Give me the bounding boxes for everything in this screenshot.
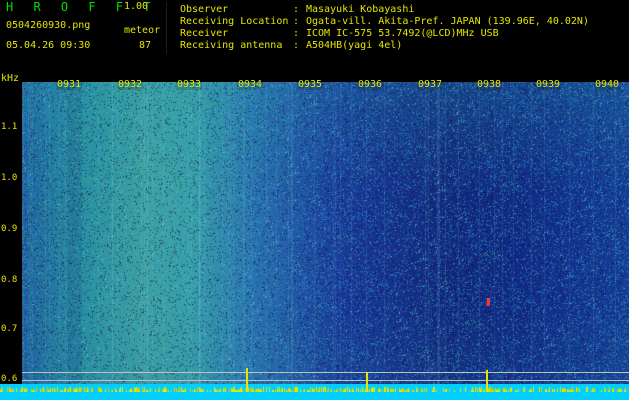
info-label-observer: Observer [180,4,229,15]
time-label-0936: 0936 [357,79,384,90]
time-label-0939: 0939 [535,79,562,90]
freq-tick-0-6: 0.6 [1,374,18,384]
spectrogram-noise [22,82,629,400]
header-divider [166,2,167,54]
app-version: 1.00 [124,1,149,12]
time-label-0931: 0931 [56,79,83,90]
info-colon: : [293,16,300,27]
info-value-antenna: A504HB(yagi 4el) [306,40,403,51]
freq-tick-0-9: 0.9 [1,224,18,234]
info-label-antenna: Receiving antenna [180,40,283,51]
detection-label: meteor [124,25,161,36]
signal-level-strip [0,386,629,392]
info-colon: : [293,4,300,15]
info-value-location: Ogata-vill. Akita-Pref. JAPAN (139.96E, … [306,16,589,27]
freq-tick-1-1: 1.1 [1,122,18,132]
meteor-marker [246,368,248,392]
frequency-axis: 1.1 1.0 0.9 0.8 0.7 0.6 [0,82,22,400]
observation-datetime: 05.04.26 09:30 [6,40,91,51]
freq-tick-1-0: 1.0 [1,173,18,183]
info-colon: : [293,28,300,39]
freq-tick-0-8: 0.8 [1,275,18,285]
meteor-echo-mark [487,298,490,306]
meteor-marker [486,370,488,392]
info-label-receiver: Receiver [180,28,229,39]
meteor-marker [366,372,368,392]
info-value-observer: Masayuki Kobayashi [306,4,415,15]
info-colon: : [293,40,300,51]
time-label-0932: 0932 [117,79,144,90]
time-label-0938: 0938 [476,79,503,90]
spectrogram-plot [22,82,629,400]
info-value-receiver: ICOM IC-575 53.7492(@LCD)MHz USB [306,28,499,39]
time-label-0937: 0937 [417,79,444,90]
time-label-0933: 0933 [176,79,203,90]
time-label-0935: 0935 [297,79,324,90]
guide-line-lower [22,380,629,381]
header-panel: H R O F F T 1.00 0504260930.png meteor 0… [0,0,629,78]
time-label-0940: 0940 [594,79,621,90]
detection-count: 87 [139,40,152,51]
info-label-location: Receiving Location [180,16,289,27]
time-label-0934: 0934 [237,79,264,90]
image-filename: 0504260930.png [6,20,91,31]
guide-line-upper [22,372,629,373]
freq-tick-0-7: 0.7 [1,324,18,334]
